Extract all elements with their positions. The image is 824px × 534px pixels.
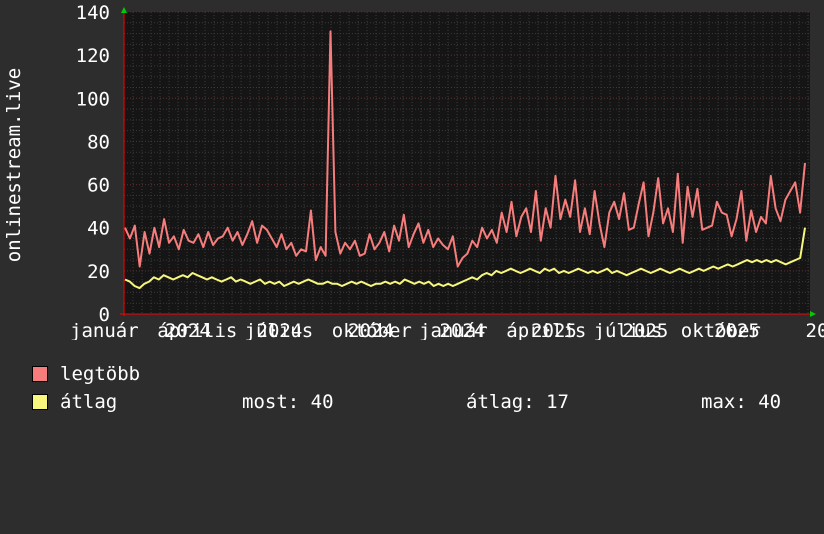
x-tick-label: 2025: [623, 320, 669, 340]
y-tick-label: 20: [87, 261, 110, 283]
x-tick-label: 2024: [165, 320, 211, 340]
x-axis-arrow-icon: [810, 311, 816, 317]
x-tick-label: 2024: [440, 320, 486, 340]
y-tick-label: 40: [87, 218, 110, 240]
y-tick-label: 100: [76, 88, 110, 110]
stat-maximum: max: 40: [701, 390, 781, 414]
legend-swatch-avg: [32, 394, 48, 410]
legend-item-max: legtöbb: [32, 362, 792, 386]
y-axis-ticks: 020406080100120140: [76, 2, 110, 326]
y-tick-label: 140: [76, 2, 110, 24]
x-tick-label: 2025: [714, 320, 760, 340]
y-axis-label: onlinestream.live: [3, 68, 25, 262]
legend-item-avg: átlag most: 40 átlag: 17 max: 40: [32, 390, 792, 414]
legend-label-max: legtöbb: [60, 362, 140, 386]
legend-swatch-max: [32, 366, 48, 382]
stat-current: most: 40: [242, 390, 334, 414]
y-axis-arrow-icon: [121, 7, 127, 13]
x-tick-label: 2024: [257, 320, 303, 340]
legend-label-avg: átlag: [60, 390, 117, 414]
y-tick-label: 120: [76, 45, 110, 67]
x-tick-label: 2024: [348, 320, 394, 340]
x-tick-label: 2025: [531, 320, 577, 340]
y-tick-label: 80: [87, 131, 110, 153]
x-tick-label: január: [70, 320, 139, 340]
chart: 020406080100120140 januáráprilisjúliusok…: [0, 0, 824, 340]
x-tick-label: 2025: [806, 320, 824, 340]
stat-average: átlag: 17: [466, 390, 569, 414]
y-tick-label: 60: [87, 175, 110, 197]
x-axis-ticks: januáráprilisjúliusoktóberjanuáráprilisj…: [70, 320, 824, 340]
